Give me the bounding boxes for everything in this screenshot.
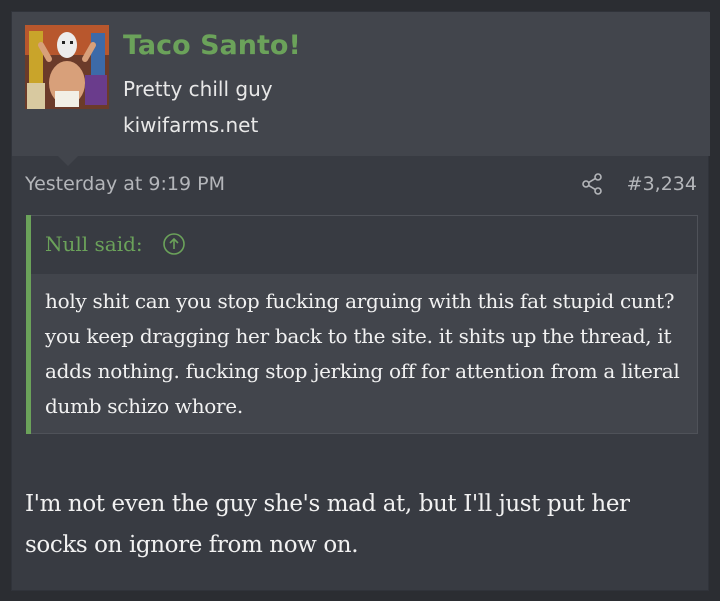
post-date[interactable]: Yesterday at 9:19 PM — [25, 172, 225, 196]
username[interactable]: Taco Santo! — [123, 26, 301, 66]
avatar-image — [25, 25, 109, 109]
quote-block: Null said: holy shit can you stop fuckin… — [26, 215, 698, 434]
post-number-link[interactable]: #3,234 — [627, 172, 697, 196]
user-header: Taco Santo! Pretty chill guy kiwifarms.n… — [12, 12, 710, 156]
quote-author[interactable]: Null said: — [45, 230, 143, 258]
avatar[interactable] — [25, 25, 109, 109]
forum-post: Taco Santo! Pretty chill guy kiwifarms.n… — [11, 11, 710, 591]
share-icon[interactable] — [581, 173, 603, 195]
post-meta: Yesterday at 9:19 PM #3,234 — [12, 156, 710, 212]
post-message: I'm not even the guy she's mad at, but I… — [25, 491, 630, 558]
arrow-up-circle-icon[interactable] — [162, 232, 186, 256]
quote-header: Null said: — [31, 216, 697, 274]
user-title: Pretty chill guy — [123, 77, 273, 101]
user-site: kiwifarms.net — [123, 113, 259, 137]
quote-text: holy shit can you stop fucking arguing w… — [45, 289, 680, 418]
